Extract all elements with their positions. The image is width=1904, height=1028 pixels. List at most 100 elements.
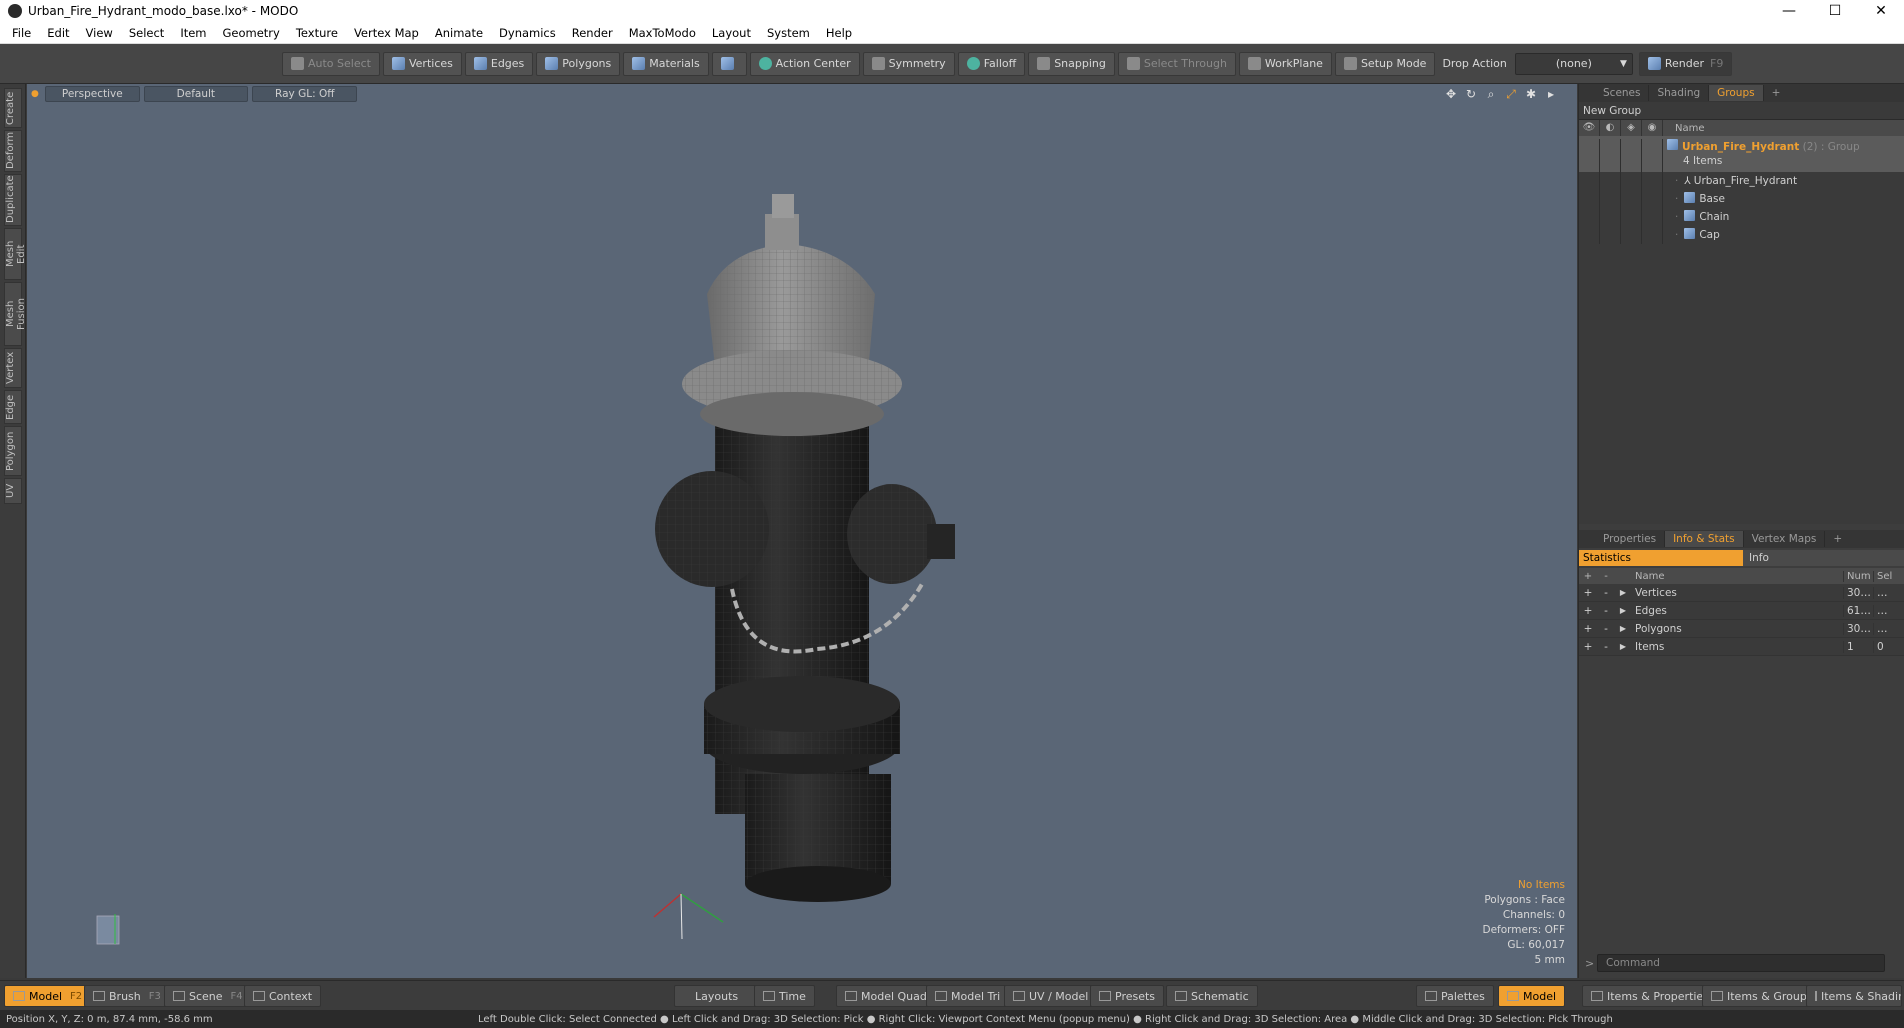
menu-help[interactable]: Help	[818, 26, 860, 40]
tab-properties[interactable]: Properties	[1595, 531, 1666, 547]
list-item[interactable]: · ⅄ Urban_Fire_Hydrant	[1579, 172, 1904, 190]
add-icon[interactable]: +	[1579, 623, 1597, 635]
presets-button[interactable]: Presets	[1090, 985, 1165, 1007]
schematic-button[interactable]: Schematic	[1166, 985, 1258, 1007]
menu-system[interactable]: System	[759, 26, 818, 40]
menu-render[interactable]: Render	[564, 26, 621, 40]
expand-arrow-icon[interactable]: ▶	[1615, 588, 1631, 597]
list-item[interactable]: · Cap	[1579, 226, 1904, 244]
tab-deform[interactable]: Deform	[4, 130, 22, 172]
menu-animate[interactable]: Animate	[427, 26, 491, 40]
menu-edit[interactable]: Edit	[39, 26, 77, 40]
drop-action-select[interactable]: (none) ▼	[1514, 52, 1633, 75]
items-properties-button[interactable]: Items & Properties	[1582, 985, 1718, 1007]
select-through-button[interactable]: Select Through	[1117, 51, 1236, 76]
palettes-button[interactable]: Palettes	[1416, 985, 1494, 1007]
info-tab[interactable]: Info	[1743, 550, 1904, 566]
menu-dynamics[interactable]: Dynamics	[491, 26, 564, 40]
symmetry-button[interactable]: Symmetry	[862, 51, 955, 76]
auto-select-button[interactable]: Auto Select	[282, 51, 380, 76]
table-row[interactable]: + - ▶ Vertices 30… …	[1579, 584, 1904, 602]
tab-mesh-edit[interactable]: Mesh Edit	[4, 228, 27, 280]
close-icon[interactable]: ✕	[1858, 0, 1904, 22]
menu-file[interactable]: File	[4, 26, 39, 40]
shield-toggle-button[interactable]	[711, 51, 747, 76]
edges-button[interactable]: Edges	[464, 51, 534, 76]
visibility-col-icon[interactable]: 👁	[1579, 120, 1600, 136]
command-input[interactable]: Command	[1597, 954, 1885, 972]
tab-polygon[interactable]: Polygon	[4, 426, 22, 476]
setup-mode-button[interactable]: Setup Mode	[1334, 51, 1436, 76]
shield-icon	[720, 57, 734, 70]
select-col-icon[interactable]: ◉	[1642, 120, 1663, 136]
remove-icon[interactable]: -	[1597, 587, 1615, 599]
model-layout-button[interactable]: Model F2	[4, 985, 92, 1007]
model-quad-button[interactable]: Model Quad	[836, 985, 936, 1007]
new-group-button[interactable]: New Group	[1579, 102, 1904, 120]
remove-icon[interactable]: -	[1597, 623, 1615, 635]
tab-edge[interactable]: Edge	[4, 390, 22, 424]
tab-uv[interactable]: UV	[4, 478, 22, 504]
add-icon[interactable]: +	[1579, 605, 1597, 617]
expand-arrow-icon[interactable]: ▶	[1615, 624, 1631, 633]
tab-shading[interactable]: Shading	[1649, 85, 1710, 101]
model-tri-button[interactable]: Model Tri	[926, 985, 1010, 1007]
menu-view[interactable]: View	[78, 26, 121, 40]
tab-mesh-fusion[interactable]: Mesh Fusion	[4, 282, 27, 346]
collapse-all-icon[interactable]: -	[1597, 571, 1615, 582]
vertices-button[interactable]: Vertices	[382, 51, 462, 76]
tab-scenes[interactable]: Scenes	[1595, 85, 1650, 101]
action-center-button[interactable]: Action Center	[749, 51, 860, 76]
table-row[interactable]: + - ▶ Items 1 0	[1579, 638, 1904, 656]
expand-all-icon[interactable]: +	[1579, 571, 1597, 582]
menu-select[interactable]: Select	[121, 26, 172, 40]
menu-vertex-map[interactable]: Vertex Map	[346, 26, 427, 40]
falloff-button[interactable]: Falloff	[957, 51, 1026, 76]
maximize-icon[interactable]: ☐	[1812, 0, 1858, 22]
statistics-tab[interactable]: Statistics	[1579, 550, 1743, 566]
tab-vertex-maps[interactable]: Vertex Maps	[1744, 531, 1826, 547]
menu-maxtomodo[interactable]: MaxToModo	[621, 26, 704, 40]
model-right-button[interactable]: Model	[1498, 985, 1566, 1007]
workplane-button[interactable]: WorkPlane	[1238, 51, 1332, 76]
3d-viewport[interactable]: ● Perspective Default Ray GL: Off ✥ ↻ ⌕ …	[27, 84, 1577, 978]
items-shading-button[interactable]: Items & Shading	[1806, 985, 1902, 1007]
lock-col-icon[interactable]: ◈	[1621, 120, 1642, 136]
brush-layout-button[interactable]: Brush F3	[84, 985, 170, 1007]
table-row[interactable]: + - ▶ Edges 61… …	[1579, 602, 1904, 620]
minimize-icon[interactable]: —	[1766, 0, 1812, 22]
tab-info-stats[interactable]: Info & Stats	[1665, 531, 1744, 547]
add-icon[interactable]: +	[1579, 587, 1597, 599]
menu-geometry[interactable]: Geometry	[215, 26, 288, 40]
scene-layout-button[interactable]: Scene F4	[164, 985, 252, 1007]
render-col-icon[interactable]: ◐	[1600, 120, 1621, 136]
remove-icon[interactable]: -	[1597, 641, 1615, 653]
polygons-button[interactable]: Polygons	[536, 51, 621, 76]
expand-arrow-icon[interactable]: ▶	[1615, 606, 1631, 615]
context-layout-button[interactable]: Context	[244, 985, 322, 1007]
layouts-button[interactable]: Layouts	[674, 985, 760, 1007]
info-panel-tabs: Properties Info & Stats Vertex Maps +	[1579, 530, 1904, 548]
menu-layout[interactable]: Layout	[704, 26, 759, 40]
expand-arrow-icon[interactable]: ▶	[1615, 642, 1631, 651]
tab-vertex[interactable]: Vertex	[4, 348, 22, 388]
tab-duplicate[interactable]: Duplicate	[4, 174, 22, 226]
add-tab-icon[interactable]: +	[1764, 85, 1789, 101]
tab-create[interactable]: Create	[4, 88, 22, 128]
add-tab-icon[interactable]: +	[1825, 531, 1850, 547]
remove-icon[interactable]: -	[1597, 605, 1615, 617]
list-item[interactable]: · Base	[1579, 190, 1904, 208]
list-item[interactable]: · Chain	[1579, 208, 1904, 226]
uv-model-button[interactable]: UV / Model	[1004, 985, 1098, 1007]
tab-groups[interactable]: Groups	[1709, 85, 1764, 101]
menu-item[interactable]: Item	[172, 26, 214, 40]
group-row[interactable]: Urban_Fire_Hydrant (2) : Group 4 Items	[1579, 136, 1904, 172]
render-button[interactable]: Render F9	[1638, 51, 1733, 76]
materials-button[interactable]: Materials	[623, 51, 709, 76]
time-button[interactable]: Time	[754, 985, 815, 1007]
add-icon[interactable]: +	[1579, 641, 1597, 653]
table-row[interactable]: + - ▶ Polygons 30… …	[1579, 620, 1904, 638]
menu-texture[interactable]: Texture	[288, 26, 346, 40]
snapping-button[interactable]: Snapping	[1028, 51, 1115, 76]
items-groups-button[interactable]: Items & Groups	[1702, 985, 1822, 1007]
